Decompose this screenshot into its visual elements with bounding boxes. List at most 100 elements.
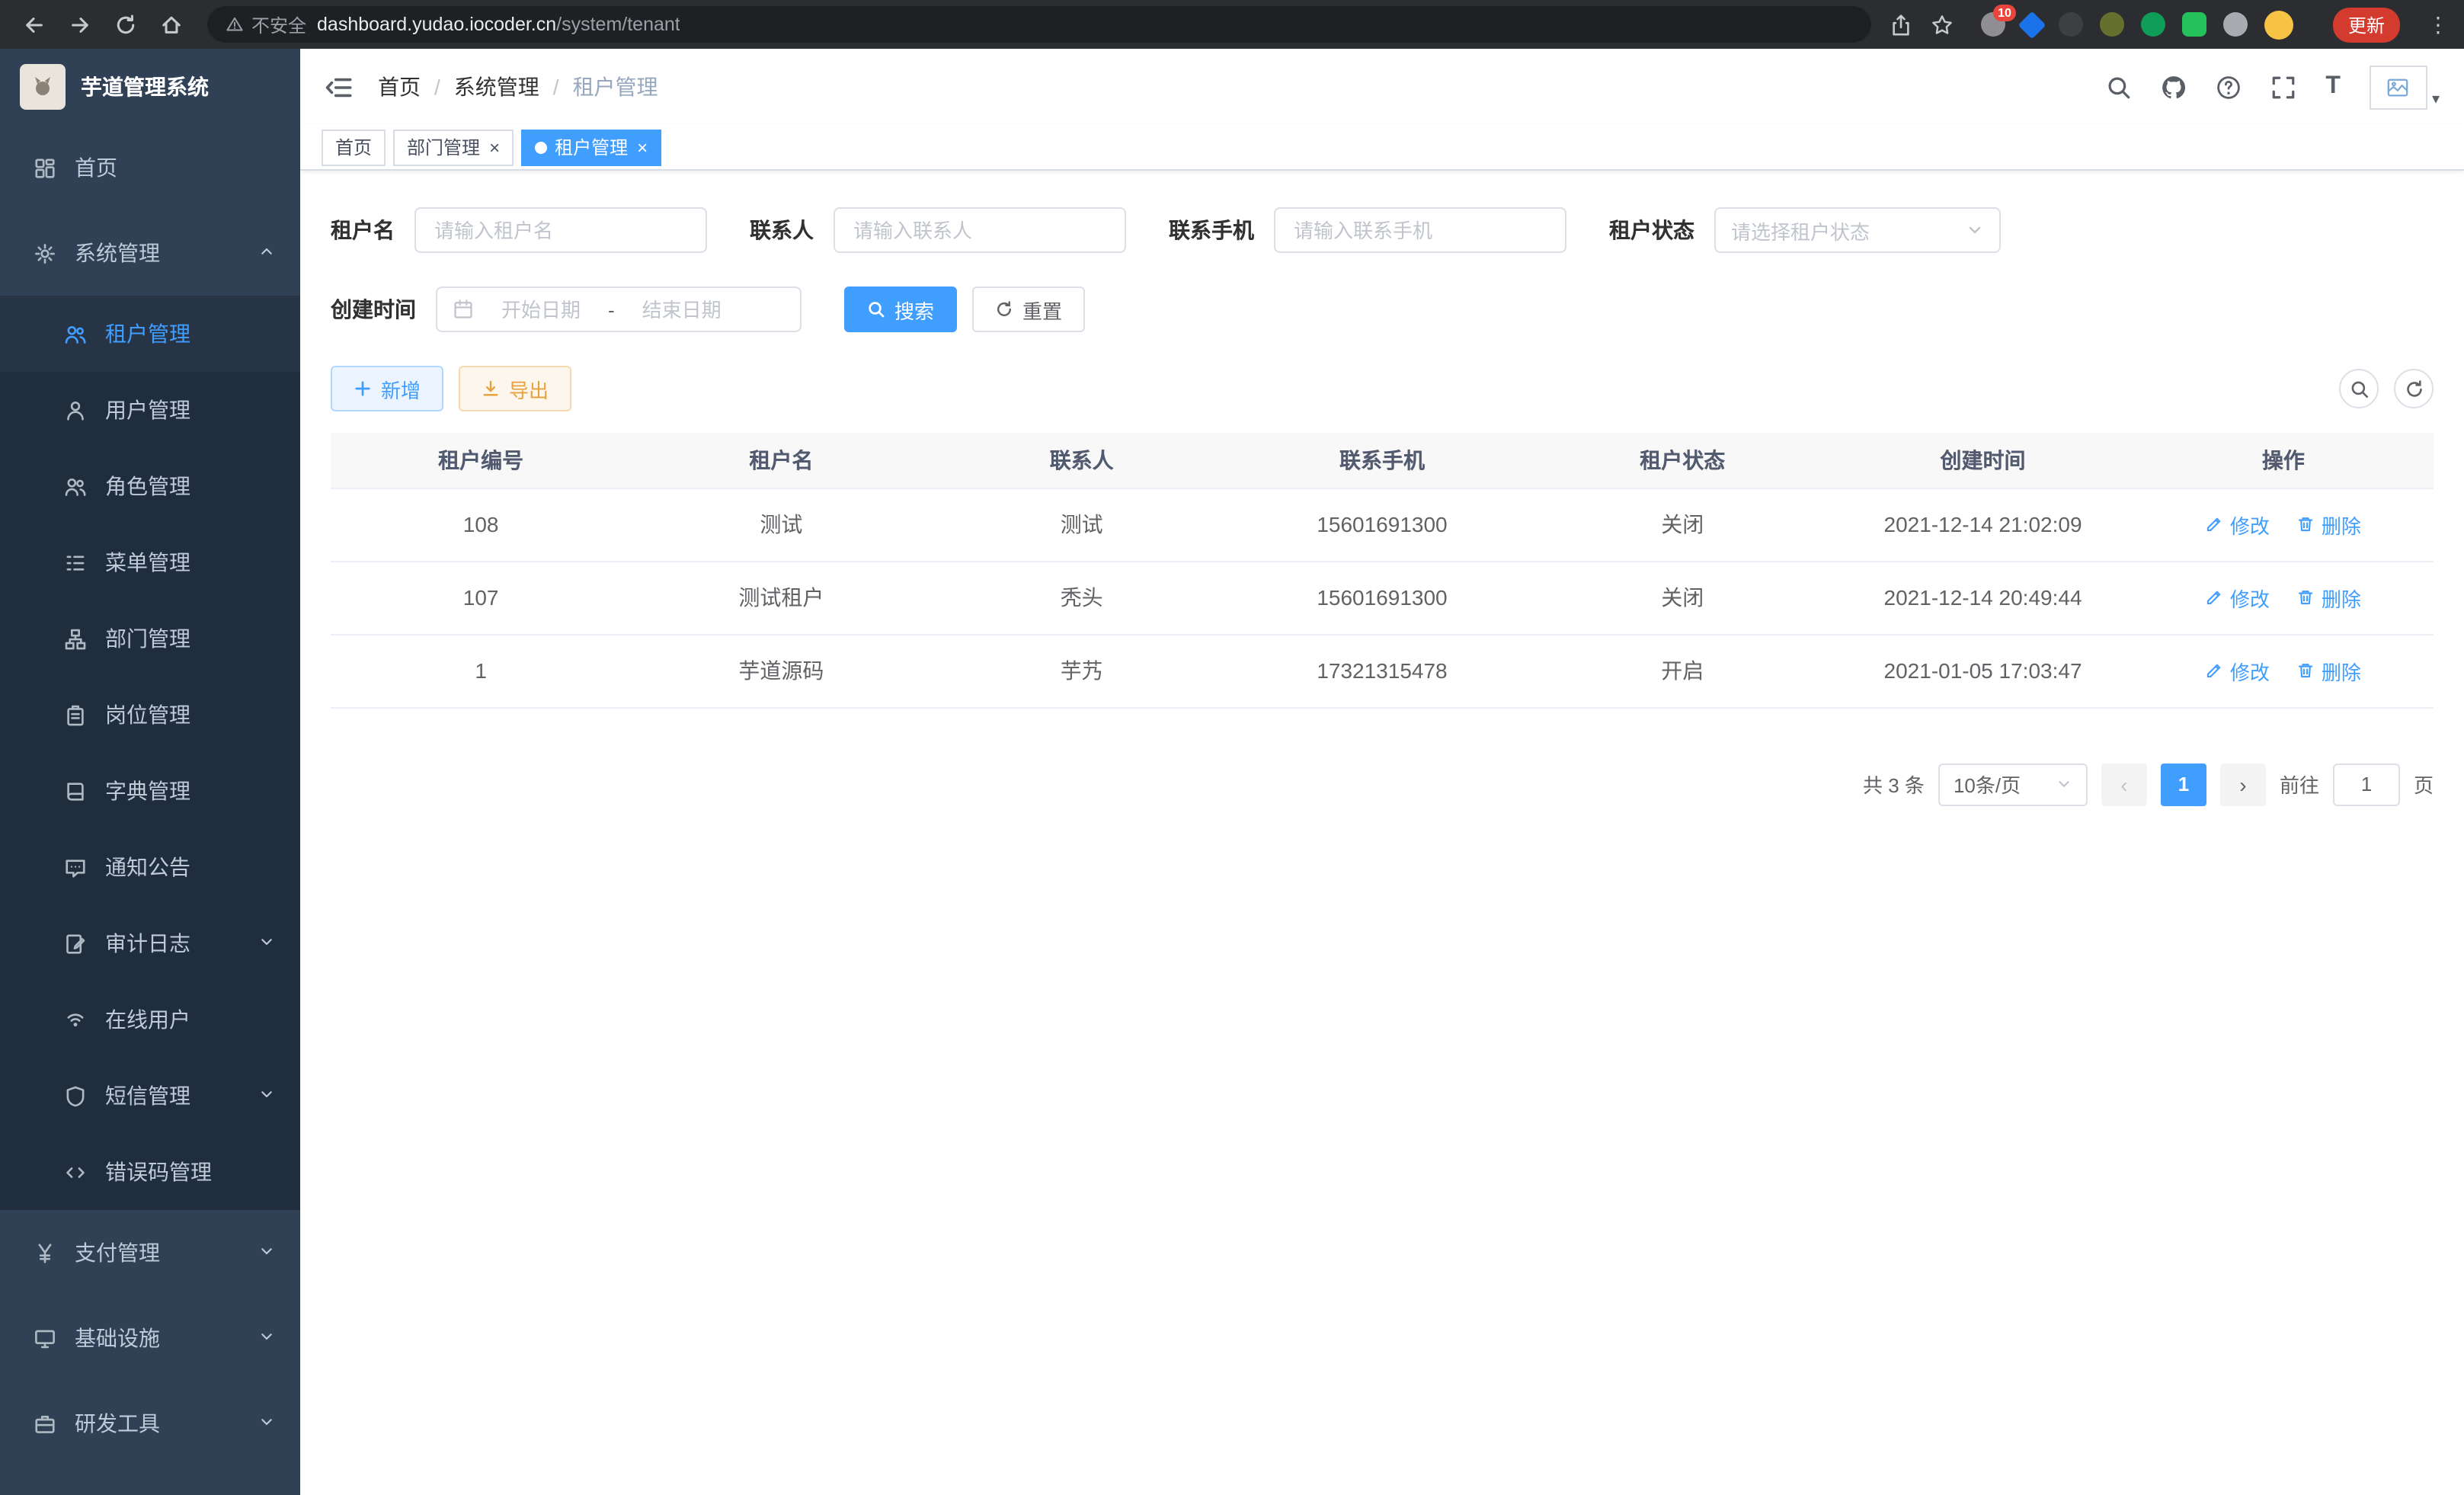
export-button[interactable]: 导出 xyxy=(459,366,571,411)
toggle-search-icon[interactable] xyxy=(2339,369,2379,408)
breadcrumb-separator: / xyxy=(553,75,559,99)
browser-home-icon[interactable] xyxy=(152,6,189,43)
extension-dots[interactable]: 10 xyxy=(1981,12,2005,37)
sidebar-item-post[interactable]: 岗位管理 xyxy=(0,677,300,753)
reset-button[interactable]: 重置 xyxy=(972,287,1085,332)
next-page-button[interactable]: › xyxy=(2220,763,2266,805)
sidebar-item-home[interactable]: 首页 xyxy=(0,125,300,210)
sidebar-item-label: 菜单管理 xyxy=(105,547,276,578)
tab-close-icon[interactable]: × xyxy=(489,138,500,156)
cell-actions: 修改删除 xyxy=(2133,561,2434,634)
header-search-icon[interactable] xyxy=(2106,74,2132,100)
url-text[interactable]: dashboard.yudao.iocoder.cn/system/tenant xyxy=(317,14,680,35)
edit-button[interactable]: 修改 xyxy=(2206,583,2270,612)
tab-close-icon[interactable]: × xyxy=(637,138,648,156)
sidebar-item-label: 通知公告 xyxy=(105,852,276,882)
sidebar-item-dict[interactable]: 字典管理 xyxy=(0,753,300,829)
sidebar: 芋道管理系统 首页系统管理租户管理用户管理角色管理菜单管理部门管理岗位管理字典管… xyxy=(0,49,300,1495)
extension-ring[interactable] xyxy=(2059,12,2083,37)
table-row: 1芋道源码芋艿17321315478开启2021-01-05 17:03:47修… xyxy=(331,634,2434,707)
address-bar[interactable]: 不安全 dashboard.yudao.iocoder.cn/system/te… xyxy=(207,6,1871,43)
end-date-input[interactable] xyxy=(627,298,737,321)
sidebar-item-menu[interactable]: 菜单管理 xyxy=(0,524,300,600)
top-navbar: 首页/系统管理/租户管理 T ▾ xyxy=(300,49,2464,125)
breadcrumb-link[interactable]: 系统管理 xyxy=(454,72,539,102)
sidebar-item-label: 首页 xyxy=(75,152,276,183)
sidebar-item-role[interactable]: 角色管理 xyxy=(0,448,300,524)
tenant-name-input[interactable] xyxy=(414,207,707,253)
github-icon[interactable] xyxy=(2161,74,2187,100)
status-select[interactable]: 请选择租户状态 xyxy=(1714,207,2001,253)
infra-icon xyxy=(34,1327,56,1349)
page-number-1[interactable]: 1 xyxy=(2161,763,2206,805)
sidebar-item-user[interactable]: 用户管理 xyxy=(0,372,300,448)
refresh-icon xyxy=(995,300,1013,319)
search-button[interactable]: 搜索 xyxy=(844,287,957,332)
delete-button[interactable]: 删除 xyxy=(2297,656,2361,685)
extension-olive[interactable] xyxy=(2100,12,2124,37)
extension-diamond[interactable] xyxy=(2018,11,2046,39)
yen-icon xyxy=(34,1241,56,1264)
fullscreen-icon[interactable] xyxy=(2270,74,2296,100)
delete-button[interactable]: 删除 xyxy=(2297,583,2361,612)
app-logo-area[interactable]: 芋道管理系统 xyxy=(0,49,300,125)
date-range-picker[interactable]: - xyxy=(436,287,802,332)
sidebar-item-dept[interactable]: 部门管理 xyxy=(0,600,300,677)
security-label[interactable]: 不安全 xyxy=(251,11,306,37)
user-avatar-menu[interactable]: ▾ xyxy=(2370,65,2440,109)
sidebar-item-label: 研发工具 xyxy=(75,1408,239,1439)
phone-input[interactable] xyxy=(1274,207,1566,253)
chevron-down-icon xyxy=(258,932,276,955)
security-warning-icon[interactable] xyxy=(226,15,244,34)
sidebar-item-pay[interactable]: 支付管理 xyxy=(0,1210,300,1295)
edit-button[interactable]: 修改 xyxy=(2206,510,2270,539)
font-size-icon[interactable]: T xyxy=(2325,73,2341,101)
hamburger-icon[interactable] xyxy=(325,72,354,101)
sidebar-item-errcode[interactable]: 错误码管理 xyxy=(0,1134,300,1210)
page-size-value: 10条/页 xyxy=(1954,770,2021,799)
add-button[interactable]: 新增 xyxy=(331,366,443,411)
cell-contact: 测试 xyxy=(932,488,1232,561)
browser-reload-icon[interactable] xyxy=(107,6,143,43)
extension-green[interactable] xyxy=(2141,12,2165,37)
sidebar-item-tools[interactable]: 研发工具 xyxy=(0,1381,300,1466)
table-header-row: 租户编号租户名联系人联系手机租户状态创建时间操作 xyxy=(331,433,2434,488)
sidebar-item-sms[interactable]: 短信管理 xyxy=(0,1058,300,1134)
status-label: 租户状态 xyxy=(1609,215,1694,245)
sidebar-item-audit[interactable]: 审计日志 xyxy=(0,905,300,981)
sidebar-item-tenant[interactable]: 租户管理 xyxy=(0,296,300,372)
extension-puzzle[interactable] xyxy=(2223,12,2248,37)
sidebar-item-notice[interactable]: 通知公告 xyxy=(0,829,300,905)
help-icon[interactable] xyxy=(2216,74,2242,100)
sidebar-item-label: 部门管理 xyxy=(105,623,276,654)
chrome-menu-icon[interactable]: ⋮ xyxy=(2427,11,2449,37)
cell-created: 2021-12-14 20:49:44 xyxy=(1832,561,2133,634)
start-date-input[interactable] xyxy=(486,298,596,321)
sidebar-item-online[interactable]: 在线用户 xyxy=(0,981,300,1058)
tab-home[interactable]: 首页 xyxy=(322,129,386,165)
sidebar-item-infra[interactable]: 基础设施 xyxy=(0,1295,300,1381)
refresh-table-icon[interactable] xyxy=(2394,369,2434,408)
goto-page-input[interactable] xyxy=(2333,763,2400,805)
extension-chat[interactable] xyxy=(2182,12,2206,37)
contact-input[interactable] xyxy=(834,207,1126,253)
tree-icon xyxy=(64,627,87,650)
prev-page-button[interactable]: ‹ xyxy=(2101,763,2147,805)
export-button-label: 导出 xyxy=(509,374,549,403)
tab-tenant[interactable]: 租户管理× xyxy=(521,129,661,165)
breadcrumb-link[interactable]: 首页 xyxy=(378,72,421,102)
browser-forward-icon[interactable] xyxy=(61,6,98,43)
browser-back-icon[interactable] xyxy=(15,6,52,43)
download-icon xyxy=(482,379,500,398)
profile-avatar[interactable] xyxy=(2264,10,2293,39)
update-button[interactable]: 更新 xyxy=(2333,7,2400,42)
bookmark-star-icon[interactable] xyxy=(1931,13,1954,36)
chevron-up-icon xyxy=(258,242,276,264)
add-button-label: 新增 xyxy=(381,374,421,403)
share-icon[interactable] xyxy=(1890,13,1912,36)
delete-button[interactable]: 删除 xyxy=(2297,510,2361,539)
tab-dept[interactable]: 部门管理× xyxy=(393,129,514,165)
page-size-select[interactable]: 10条/页 xyxy=(1938,763,2088,805)
edit-button[interactable]: 修改 xyxy=(2206,656,2270,685)
sidebar-item-system[interactable]: 系统管理 xyxy=(0,210,300,296)
